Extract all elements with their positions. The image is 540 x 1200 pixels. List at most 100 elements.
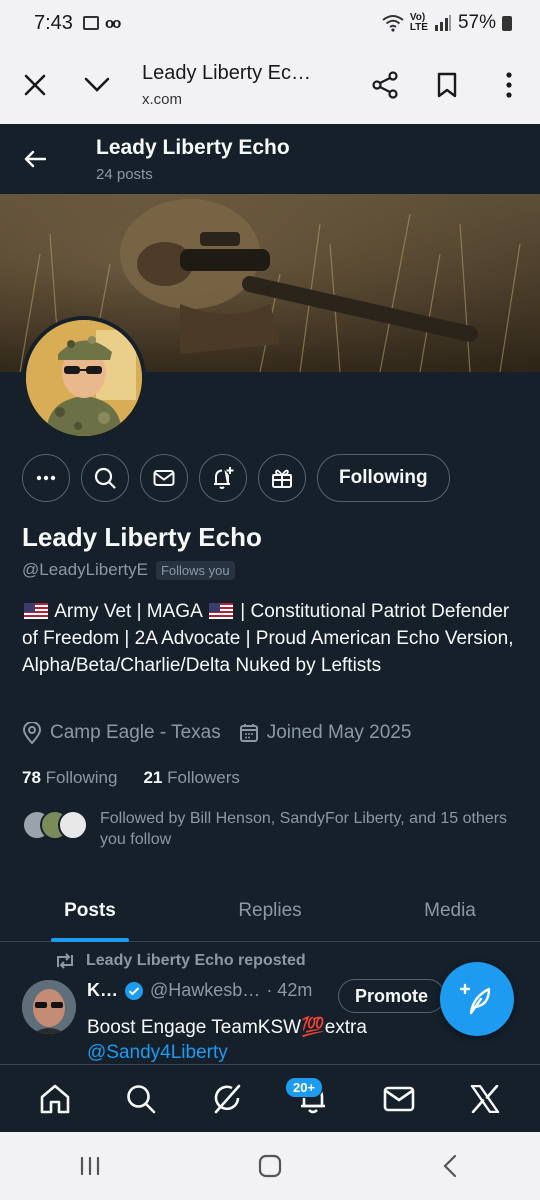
bio-part-2: | Constitutional Patriot — [240, 601, 426, 622]
search-profile-button[interactable] — [81, 454, 129, 502]
handle-row: @LeadyLibertyE Follows you — [22, 560, 235, 580]
back-button[interactable] — [0, 124, 70, 194]
joined-text: Joined May 2025 — [266, 722, 412, 743]
follows-you-badge: Follows you — [155, 560, 235, 580]
post-author-avatar[interactable] — [22, 980, 76, 1034]
following-count: 78 — [22, 768, 41, 787]
nav-x-premium[interactable] — [455, 1069, 515, 1129]
home-system-button[interactable] — [240, 1136, 300, 1196]
feather-plus-icon — [459, 983, 491, 1015]
page-title-area: Leady Liberty Ec… x.com — [128, 62, 354, 108]
location-text: Camp Eagle - Texas — [50, 722, 221, 743]
profile-bio: Army Vet | MAGA | Constitutional Patriot… — [22, 598, 522, 679]
avatar — [58, 810, 88, 840]
us-flag-icon — [24, 603, 48, 619]
followers-count-link[interactable]: 21 Followers — [143, 768, 239, 788]
us-flag-icon — [209, 603, 233, 619]
post-header: K… @Hawkesb… · 42m — [87, 980, 312, 1001]
follower-avatars — [22, 810, 100, 840]
post-author-handle[interactable]: @Hawkesb… — [150, 980, 260, 1001]
battery-icon — [502, 15, 512, 31]
wifi-icon — [382, 15, 404, 32]
following-count-link[interactable]: 78 Following — [22, 768, 117, 788]
profile-actions: Following — [22, 454, 450, 502]
profile-tabs: Posts Replies Media — [0, 880, 540, 942]
repost-icon — [57, 953, 73, 969]
follow-counts: 78 Following 21 Followers — [22, 768, 240, 788]
nav-home[interactable] — [25, 1069, 85, 1129]
verified-badge-icon — [125, 981, 143, 1000]
tab-media[interactable]: Media — [360, 880, 540, 941]
mail-icon — [153, 470, 175, 486]
voicemail-icon: oo — [104, 14, 121, 32]
location-pin-icon — [22, 722, 42, 744]
gallery-icon — [82, 16, 99, 30]
repost-indicator: Leady Liberty Echo reposted — [54, 952, 306, 970]
header-profile-name: Leady Liberty Echo — [96, 135, 290, 159]
home-icon — [40, 1084, 70, 1113]
promote-button[interactable]: Promote — [338, 979, 446, 1013]
system-navigation — [0, 1132, 540, 1200]
status-time: 7:43 — [34, 11, 73, 34]
profile-handle: @LeadyLibertyE — [22, 560, 148, 579]
repost-text: Leady Liberty Echo reposted — [86, 952, 306, 969]
back-system-button[interactable] — [420, 1136, 480, 1196]
profile-avatar[interactable] — [22, 316, 146, 440]
notification-count-badge: 20+ — [285, 1076, 324, 1098]
post-author-name[interactable]: K… — [87, 980, 118, 1001]
grok-icon — [214, 1084, 241, 1113]
share-icon — [372, 71, 398, 99]
bio-part-1: Army Vet | MAGA — [54, 601, 202, 622]
tab-posts[interactable]: Posts — [0, 880, 180, 941]
arrow-left-icon — [24, 150, 46, 168]
bell-plus-icon — [214, 467, 234, 489]
followers-label: Followers — [167, 768, 240, 787]
notify-button[interactable] — [199, 454, 247, 502]
close-tab-button[interactable] — [4, 54, 66, 116]
share-button[interactable] — [354, 54, 416, 116]
nav-messages[interactable] — [369, 1069, 429, 1129]
followed-by-text: Followed by Bill Henson, SandyFor Libert… — [100, 810, 508, 848]
minimize-tab-button[interactable] — [66, 54, 128, 116]
post-mention-link[interactable]: @Sandy4Liberty — [87, 1042, 228, 1064]
followed-by-row[interactable]: Followed by Bill Henson, SandyFor Libert… — [22, 808, 510, 850]
following-label: Following — [45, 768, 118, 787]
header-post-count: 24 posts — [96, 165, 153, 183]
following-button[interactable]: Following — [317, 454, 450, 502]
calendar-icon — [239, 724, 258, 742]
browser-toolbar: Leady Liberty Ec… x.com — [0, 46, 540, 124]
search-icon — [94, 467, 116, 489]
bottom-navigation: 20+ — [0, 1064, 540, 1132]
recent-apps-icon — [80, 1156, 100, 1176]
page-title: Leady Liberty Ec… — [142, 62, 311, 84]
status-bar: 7:43 oo Vo) LTE 57% — [0, 0, 540, 46]
profile-meta: Camp Eagle - Texas Joined May 2025 — [22, 722, 421, 744]
lte-indicator: Vo) LTE — [409, 12, 428, 33]
nav-search[interactable] — [111, 1069, 171, 1129]
chevron-down-icon — [84, 77, 110, 92]
more-vertical-icon — [506, 72, 512, 98]
avatar-image — [26, 320, 142, 436]
profile-top-bar: Leady Liberty Echo 24 posts — [0, 124, 540, 194]
gift-icon — [272, 469, 292, 488]
followers-count: 21 — [143, 768, 163, 787]
message-button[interactable] — [140, 454, 188, 502]
gift-button[interactable] — [258, 454, 306, 502]
post-time: · 42m — [266, 980, 313, 1000]
nav-grok[interactable] — [197, 1069, 257, 1129]
x-logo-icon — [470, 1084, 500, 1113]
more-options-button[interactable] — [478, 54, 540, 116]
home-square-icon — [258, 1154, 282, 1178]
compose-post-button[interactable] — [440, 962, 514, 1036]
more-horizontal-icon — [36, 475, 56, 481]
location-item: Camp Eagle - Texas — [22, 722, 221, 744]
more-actions-button[interactable] — [22, 454, 70, 502]
search-icon — [127, 1084, 156, 1113]
nav-notifications[interactable]: 20+ — [283, 1069, 343, 1129]
recent-apps-button[interactable] — [60, 1136, 120, 1196]
profile-display-name: Leady Liberty Echo — [22, 522, 262, 552]
tab-replies[interactable]: Replies — [180, 880, 360, 941]
close-icon — [24, 74, 46, 96]
bookmark-button[interactable] — [416, 54, 478, 116]
chevron-left-icon — [443, 1154, 457, 1178]
